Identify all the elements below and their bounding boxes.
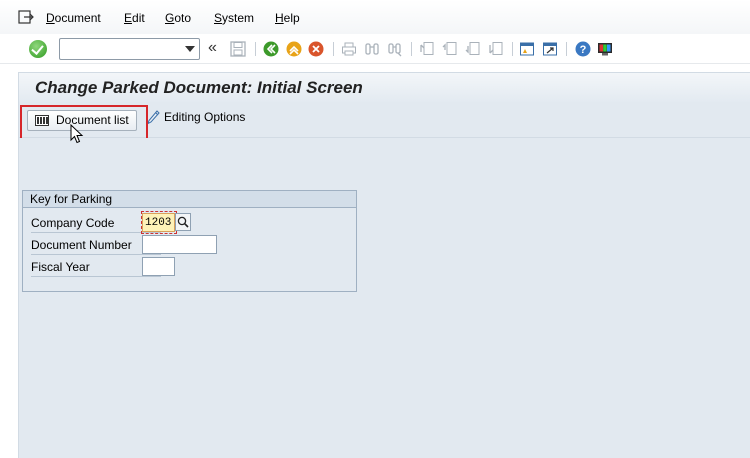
fiscal-year-row: Fiscal Year bbox=[23, 257, 356, 277]
command-input[interactable] bbox=[63, 40, 183, 58]
search-icon bbox=[177, 216, 189, 228]
key-for-parking-group: Key for Parking Company Code Document Nu… bbox=[22, 190, 357, 292]
editing-options-button[interactable]: Editing Options bbox=[147, 110, 246, 125]
menu-system[interactable]: System bbox=[214, 11, 254, 25]
company-code-row: Company Code bbox=[23, 211, 356, 234]
command-dropdown-icon[interactable] bbox=[185, 46, 195, 52]
standard-toolbar: « ? bbox=[0, 34, 750, 64]
print-icon[interactable] bbox=[341, 41, 357, 57]
toolbar-separator bbox=[411, 42, 412, 56]
fiscal-year-input[interactable] bbox=[142, 257, 175, 276]
help-icon[interactable]: ? bbox=[575, 41, 591, 57]
next-page-icon[interactable] bbox=[465, 41, 481, 57]
toolbar-separator bbox=[566, 42, 567, 56]
menu-system-accel: S bbox=[214, 11, 223, 25]
find-icon[interactable] bbox=[364, 41, 380, 57]
menu-document-label: ocument bbox=[54, 11, 101, 25]
document-number-input[interactable] bbox=[142, 235, 217, 254]
document-number-row: Document Number bbox=[23, 235, 356, 255]
page-title: Change Parked Document: Initial Screen bbox=[35, 78, 363, 97]
menu-edit[interactable]: Edit bbox=[124, 11, 145, 25]
mouse-cursor-icon bbox=[70, 124, 84, 144]
company-code-input[interactable] bbox=[142, 213, 175, 232]
save-icon[interactable] bbox=[230, 41, 246, 57]
work-area bbox=[18, 138, 750, 458]
customize-layout-icon[interactable] bbox=[597, 41, 613, 57]
search-help-button[interactable] bbox=[175, 213, 191, 231]
menu-system-label: ystem bbox=[222, 11, 255, 25]
menu-help-accel: H bbox=[275, 11, 284, 25]
menu-goto-accel: G bbox=[165, 11, 175, 25]
toolbar-separator bbox=[512, 42, 513, 56]
toolbar-separator bbox=[333, 42, 334, 56]
highlight-box bbox=[20, 105, 148, 141]
menu-goto[interactable]: Goto bbox=[165, 11, 191, 25]
menu-edit-accel: E bbox=[124, 11, 133, 25]
create-session-icon[interactable] bbox=[519, 41, 535, 57]
enter-check-icon[interactable] bbox=[29, 40, 47, 58]
menu-help[interactable]: Help bbox=[275, 11, 300, 25]
menu-icon[interactable] bbox=[18, 10, 34, 24]
menu-help-label: elp bbox=[283, 11, 300, 25]
previous-page-icon[interactable] bbox=[442, 41, 458, 57]
find-next-icon[interactable] bbox=[387, 41, 403, 57]
first-page-icon[interactable] bbox=[419, 41, 435, 57]
exit-icon[interactable] bbox=[286, 41, 302, 57]
command-field[interactable] bbox=[59, 38, 200, 60]
menu-document[interactable]: Document bbox=[46, 11, 101, 25]
svg-text:?: ? bbox=[580, 44, 587, 56]
collapse-command-icon[interactable]: « bbox=[208, 40, 217, 56]
back-icon[interactable] bbox=[263, 41, 279, 57]
pencil-icon bbox=[147, 110, 160, 125]
group-title: Key for Parking bbox=[23, 191, 356, 208]
title-bar: Change Parked Document: Initial Screen bbox=[18, 72, 750, 102]
menu-bar: Document Edit Goto System Help bbox=[0, 0, 750, 34]
editing-options-label: Editing Options bbox=[164, 110, 246, 124]
last-page-icon[interactable] bbox=[488, 41, 504, 57]
menu-goto-label: oto bbox=[174, 11, 192, 25]
cancel-icon[interactable] bbox=[308, 41, 324, 57]
toolbar-separator bbox=[255, 42, 256, 56]
menu-document-accel: D bbox=[46, 11, 55, 25]
menu-edit-label: dit bbox=[132, 11, 145, 25]
generate-shortcut-icon[interactable] bbox=[542, 41, 558, 57]
